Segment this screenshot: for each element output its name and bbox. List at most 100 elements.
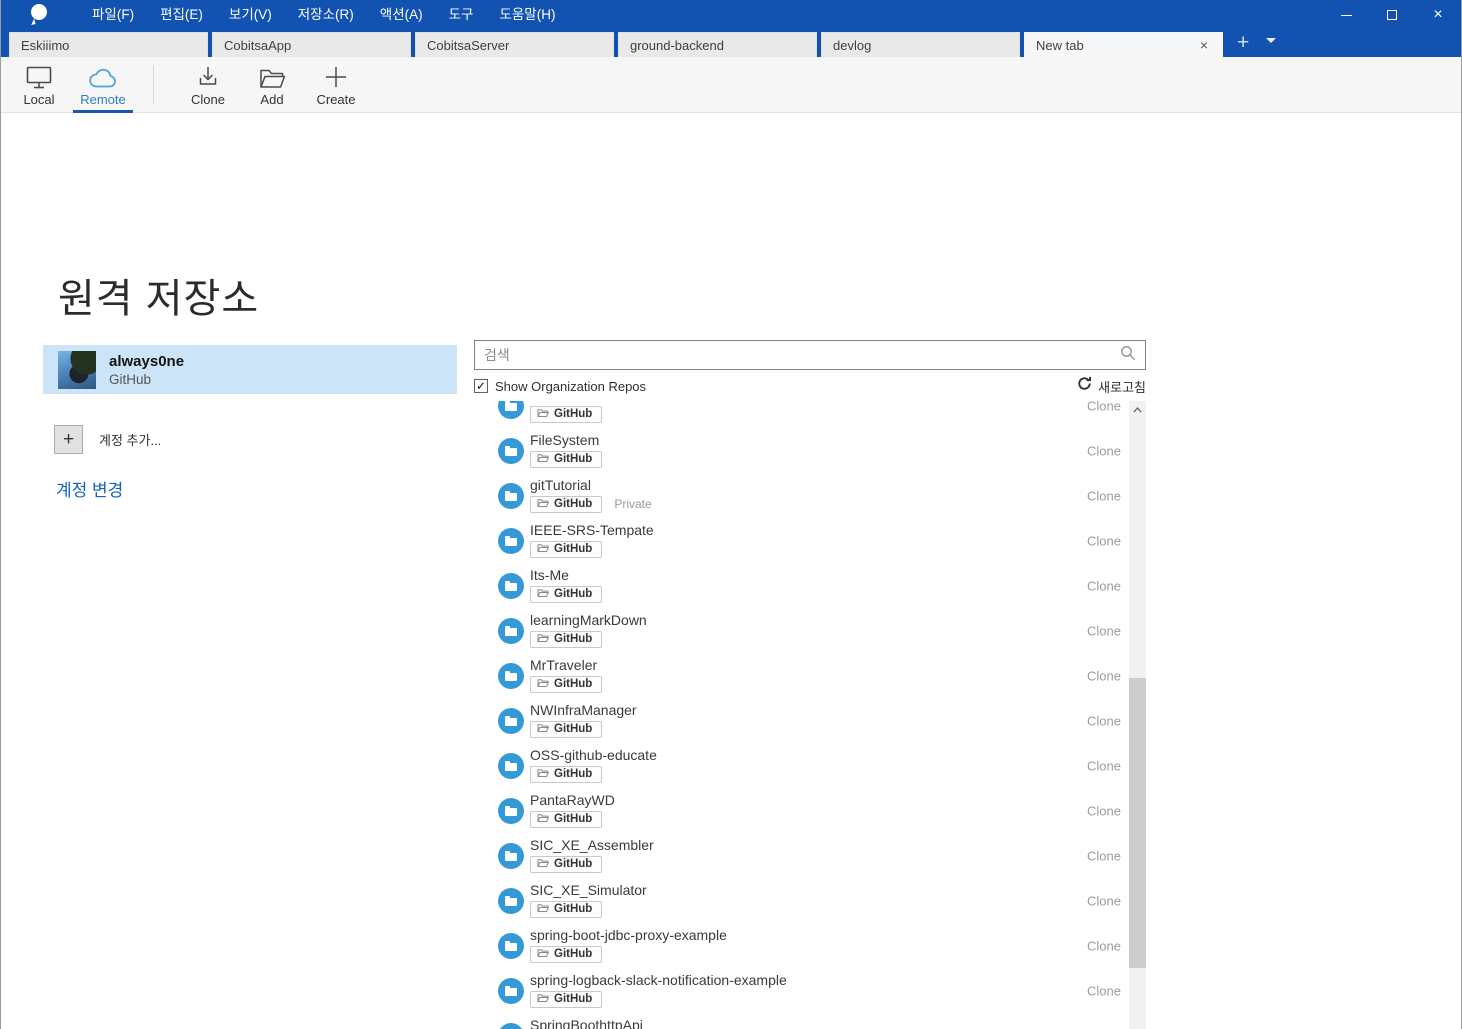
- repo-folder-icon: [498, 797, 524, 824]
- menu-repository[interactable]: 저장소(R): [285, 0, 367, 30]
- maximize-button[interactable]: [1369, 0, 1415, 30]
- toolbar-add-button[interactable]: Add: [240, 57, 304, 112]
- clone-link[interactable]: Clone: [1087, 623, 1121, 638]
- toolbar-local-button[interactable]: Local: [7, 57, 71, 112]
- toolbar: Local Remote Clone Add Create: [1, 57, 1461, 113]
- change-account-link[interactable]: 계정 변경: [56, 476, 123, 501]
- tab-cobitsaserver[interactable]: CobitsaServer: [415, 32, 614, 57]
- tab-label: Eskiiimo: [21, 37, 70, 53]
- clone-link[interactable]: Clone: [1087, 848, 1121, 863]
- repo-name: FileSystem: [530, 432, 600, 448]
- repo-row: IEEE-SRS-Tempate GitHub Clone: [474, 518, 1129, 563]
- clone-link[interactable]: Clone: [1087, 713, 1121, 728]
- clone-link[interactable]: Clone: [1087, 983, 1121, 998]
- tab-list-dropdown-icon[interactable]: [1266, 37, 1277, 43]
- account-row[interactable]: always0ne GitHub: [43, 345, 457, 394]
- clone-link[interactable]: Clone: [1087, 533, 1121, 548]
- account-service: GitHub: [109, 371, 152, 387]
- search-input[interactable]: [484, 347, 1120, 363]
- mini-folder-icon: [537, 453, 550, 466]
- toolbar-create-button[interactable]: Create: [304, 57, 368, 112]
- github-badge: GitHub: [530, 585, 603, 603]
- repo-name: SIC_XE_Assembler: [530, 837, 654, 853]
- clone-link[interactable]: Clone: [1087, 488, 1121, 503]
- repo-name: SpringBoothttpApi: [530, 1017, 643, 1029]
- repo-row: spring-boot-jdbc-proxy-example GitHub Cl…: [474, 923, 1129, 968]
- show-org-repos-checkbox[interactable]: ✓: [474, 379, 488, 393]
- tab-eskiiimo[interactable]: Eskiiimo: [9, 32, 208, 57]
- repo-folder-icon: [498, 887, 524, 914]
- repo-row: NWInfraManager GitHub Clone: [474, 698, 1129, 743]
- repo-name: IEEE-SRS-Tempate: [530, 522, 654, 538]
- menu-help[interactable]: 도움말(H): [486, 0, 568, 30]
- close-button[interactable]: ×: [1415, 0, 1461, 30]
- menu-actions[interactable]: 액션(A): [367, 0, 436, 30]
- menu-tools[interactable]: 도구: [436, 0, 487, 30]
- github-badge: GitHub: [530, 720, 603, 738]
- clone-link[interactable]: Clone: [1087, 803, 1121, 818]
- tab-label: CobitsaServer: [427, 37, 510, 53]
- toolbar-clone-button[interactable]: Clone: [176, 57, 240, 112]
- repo-name: NWInfraManager: [530, 702, 637, 718]
- mini-folder-icon: [537, 678, 550, 691]
- toolbar-create-label: Create: [316, 92, 356, 107]
- toolbar-local-label: Local: [23, 92, 55, 107]
- page-title: 원격 저장소: [58, 277, 260, 321]
- tab-bar: Eskiiimo CobitsaApp CobitsaServer ground-ba…: [1, 30, 1461, 57]
- toolbar-add-label: Add: [260, 92, 284, 107]
- repo-row: GitHub Clone: [474, 401, 1129, 428]
- repo-name: spring-logback-slack-notification-exampl…: [530, 972, 787, 988]
- github-badge-label: GitHub: [554, 408, 593, 420]
- add-account-row: + 계정 추가...: [54, 425, 161, 454]
- menu-edit[interactable]: 편집(E): [147, 0, 216, 30]
- tab-cobitsaapp[interactable]: CobitsaApp: [212, 32, 411, 57]
- tab-devlog[interactable]: devlog: [821, 32, 1020, 57]
- clone-link[interactable]: Clone: [1087, 893, 1121, 908]
- github-badge-label: GitHub: [554, 498, 593, 510]
- github-badge-label: GitHub: [554, 813, 593, 825]
- clone-link[interactable]: Clone: [1087, 668, 1121, 683]
- github-badge: GitHub: [530, 540, 603, 558]
- clone-link[interactable]: Clone: [1087, 938, 1121, 953]
- tab-ground-backend[interactable]: ground-backend: [618, 32, 817, 57]
- maximize-icon: [1387, 10, 1397, 20]
- repo-name: gitTutorial: [530, 477, 591, 493]
- repo-name: spring-boot-jdbc-proxy-example: [530, 927, 727, 943]
- scrollbar-thumb[interactable]: [1129, 678, 1146, 968]
- repo-list-scrollbar[interactable]: [1129, 401, 1146, 1029]
- github-badge-label: GitHub: [554, 678, 593, 690]
- refresh-icon: [1077, 376, 1092, 396]
- repo-folder-icon: [498, 662, 524, 689]
- chevron-up-icon: [1133, 406, 1142, 412]
- folder-icon: [259, 65, 286, 89]
- new-tab-button[interactable]: +: [1237, 32, 1249, 53]
- minimize-button[interactable]: [1323, 0, 1369, 30]
- add-account-button[interactable]: +: [54, 425, 83, 454]
- menu-file[interactable]: 파일(F): [79, 0, 147, 30]
- clone-link[interactable]: Clone: [1087, 758, 1121, 773]
- repo-folder-icon: [498, 617, 524, 644]
- repo-folder-icon: [498, 482, 524, 509]
- repo-row: SIC_XE_Simulator GitHub Clone: [474, 878, 1129, 923]
- clone-link[interactable]: Clone: [1087, 578, 1121, 593]
- search-box: [474, 340, 1146, 370]
- repo-row: PantaRayWD GitHub Clone: [474, 788, 1129, 833]
- menu-view[interactable]: 보기(V): [216, 0, 285, 30]
- scroll-up-button[interactable]: [1129, 401, 1146, 418]
- refresh-button[interactable]: 새로고침: [1077, 376, 1146, 396]
- toolbar-divider: [153, 65, 154, 104]
- mini-folder-icon: [537, 948, 550, 961]
- toolbar-remote-button[interactable]: Remote: [71, 57, 135, 113]
- mini-folder-icon: [537, 633, 550, 646]
- github-badge: GitHub: [530, 900, 603, 918]
- repo-row: spring-logback-slack-notification-exampl…: [474, 968, 1129, 1013]
- clone-link[interactable]: Clone: [1087, 443, 1121, 458]
- tab-new-tab[interactable]: New tab ×: [1024, 32, 1223, 57]
- github-badge: GitHub: [530, 810, 603, 828]
- repo-row: FileSystem GitHub Clone: [474, 428, 1129, 473]
- clone-link[interactable]: Clone: [1087, 401, 1121, 413]
- tab-close-icon[interactable]: ×: [1197, 37, 1211, 53]
- repo-name: MrTraveler: [530, 657, 598, 673]
- tab-label: devlog: [833, 37, 872, 53]
- repo-name: OSS-github-educate: [530, 747, 657, 763]
